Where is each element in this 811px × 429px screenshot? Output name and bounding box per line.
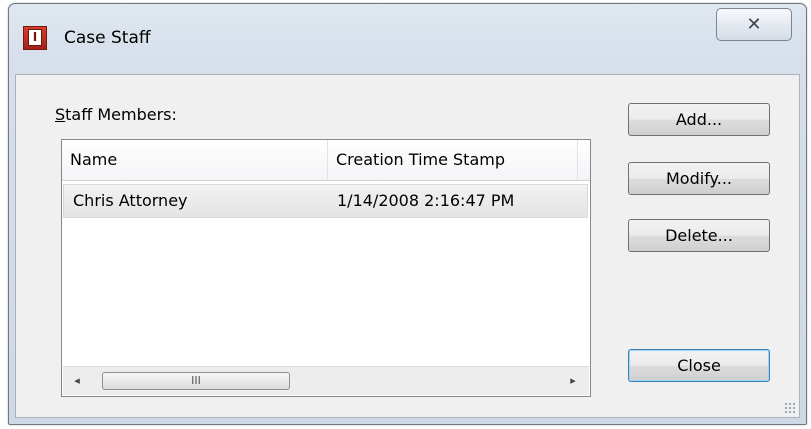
column-header-creation-time-stamp[interactable]: Creation Time Stamp [328,140,578,180]
close-window-button[interactable]: ✕ [716,8,792,41]
staff-list[interactable]: Name Creation Time Stamp Chris Attorney … [61,139,591,397]
window-title: Case Staff [64,28,151,48]
horizontal-scrollbar[interactable]: ◂ III ▸ [63,366,589,395]
app-logo-page: I [28,29,42,46]
table-row[interactable]: Chris Attorney 1/14/2008 2:16:47 PM [63,184,588,218]
app-logo-glyph: I [32,30,38,44]
scroll-right-arrow-icon[interactable]: ▸ [561,367,585,395]
dialog-body: Staff Members: Name Creation Time Stamp … [15,74,800,418]
add-button[interactable]: Add... [628,103,770,136]
row-created-cell: 1/14/2008 2:16:47 PM [337,191,515,210]
delete-button[interactable]: Delete... [628,219,770,252]
column-header-name[interactable]: Name [62,140,328,180]
close-button[interactable]: Close [628,349,770,382]
title-bar[interactable]: I Case Staff ✕ [9,4,806,74]
staff-label-text: taff Members: [65,105,177,124]
staff-members-label: Staff Members: [55,105,177,124]
resize-grip-icon[interactable] [784,402,796,414]
app-logo-icon: I [23,26,47,50]
modify-button[interactable]: Modify... [628,162,770,195]
case-staff-dialog: I Case Staff ✕ Staff Members: Name Creat… [8,3,807,425]
close-icon: ✕ [746,14,762,35]
staff-label-mnemonic: S [55,105,66,124]
list-header: Name Creation Time Stamp [62,140,590,181]
scroll-left-arrow-icon[interactable]: ◂ [65,367,89,395]
row-name-cell: Chris Attorney [73,191,188,210]
scrollbar-thumb[interactable]: III [102,372,290,390]
